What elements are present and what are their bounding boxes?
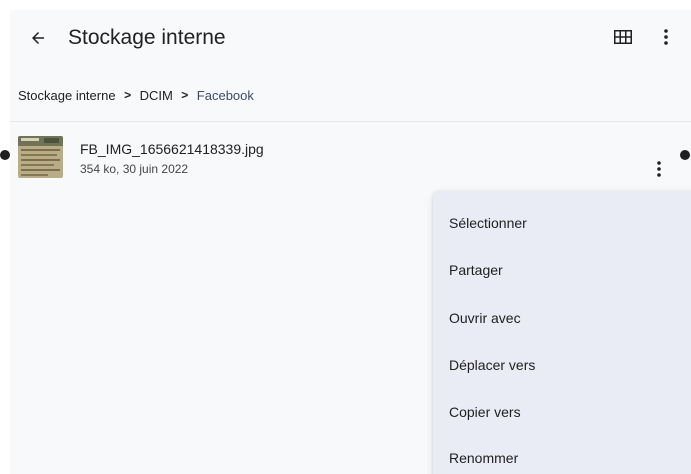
menu-item-renommer[interactable]: Renommer [433,435,691,474]
menu-item-ouvrir-avec[interactable]: Ouvrir avec [433,295,691,341]
menu-item-label: Copier vers [449,404,521,420]
breadcrumb-item-facebook[interactable]: Facebook [197,88,254,103]
grid-view-button[interactable] [608,22,638,52]
menu-item-label: Renommer [449,450,519,466]
file-browser-screen: Stockage interne Stockage interne > DCIM… [10,10,691,474]
file-name: FB_IMG_1656621418339.jpg [80,141,264,157]
app-bar: Stockage interne [10,10,691,66]
menu-item-label: Partager [449,262,503,278]
menu-item-label: Sélectionner [449,215,527,231]
menu-item-label: Ouvrir avec [449,310,521,326]
menu-item-partager[interactable]: Partager [433,247,691,293]
more-vert-icon [657,161,661,177]
menu-item-selectionner[interactable]: Sélectionner [433,200,691,246]
breadcrumb-item-dcim[interactable]: DCIM [140,88,173,103]
menu-item-label: Déplacer vers [449,357,536,373]
page-title: Stockage interne [68,26,226,49]
breadcrumb-item-stockage-interne[interactable]: Stockage interne [18,88,116,103]
selection-marker-dot [0,150,10,160]
more-vert-icon [664,29,668,45]
file-meta: 354 ko, 30 juin 2022 [80,162,189,176]
selection-marker-dot [680,150,690,160]
file-more-button[interactable] [650,158,668,180]
context-menu: Sélectionner Partager Ouvrir avec Déplac… [433,191,691,474]
file-list-item[interactable]: FB_IMG_1656621418339.jpg 354 ko, 30 juin… [10,122,691,182]
breadcrumb: Stockage interne > DCIM > Facebook [18,84,254,106]
chevron-right-icon: > [124,88,132,102]
menu-item-copier-vers[interactable]: Copier vers [433,389,691,435]
image-thumbnail [18,136,63,178]
menu-item-deplacer-vers[interactable]: Déplacer vers [433,342,691,388]
grid-view-icon [614,30,632,44]
chevron-right-icon: > [181,88,189,102]
more-options-button[interactable] [651,22,681,52]
back-button[interactable] [22,22,54,54]
arrow-back-icon [32,32,44,44]
